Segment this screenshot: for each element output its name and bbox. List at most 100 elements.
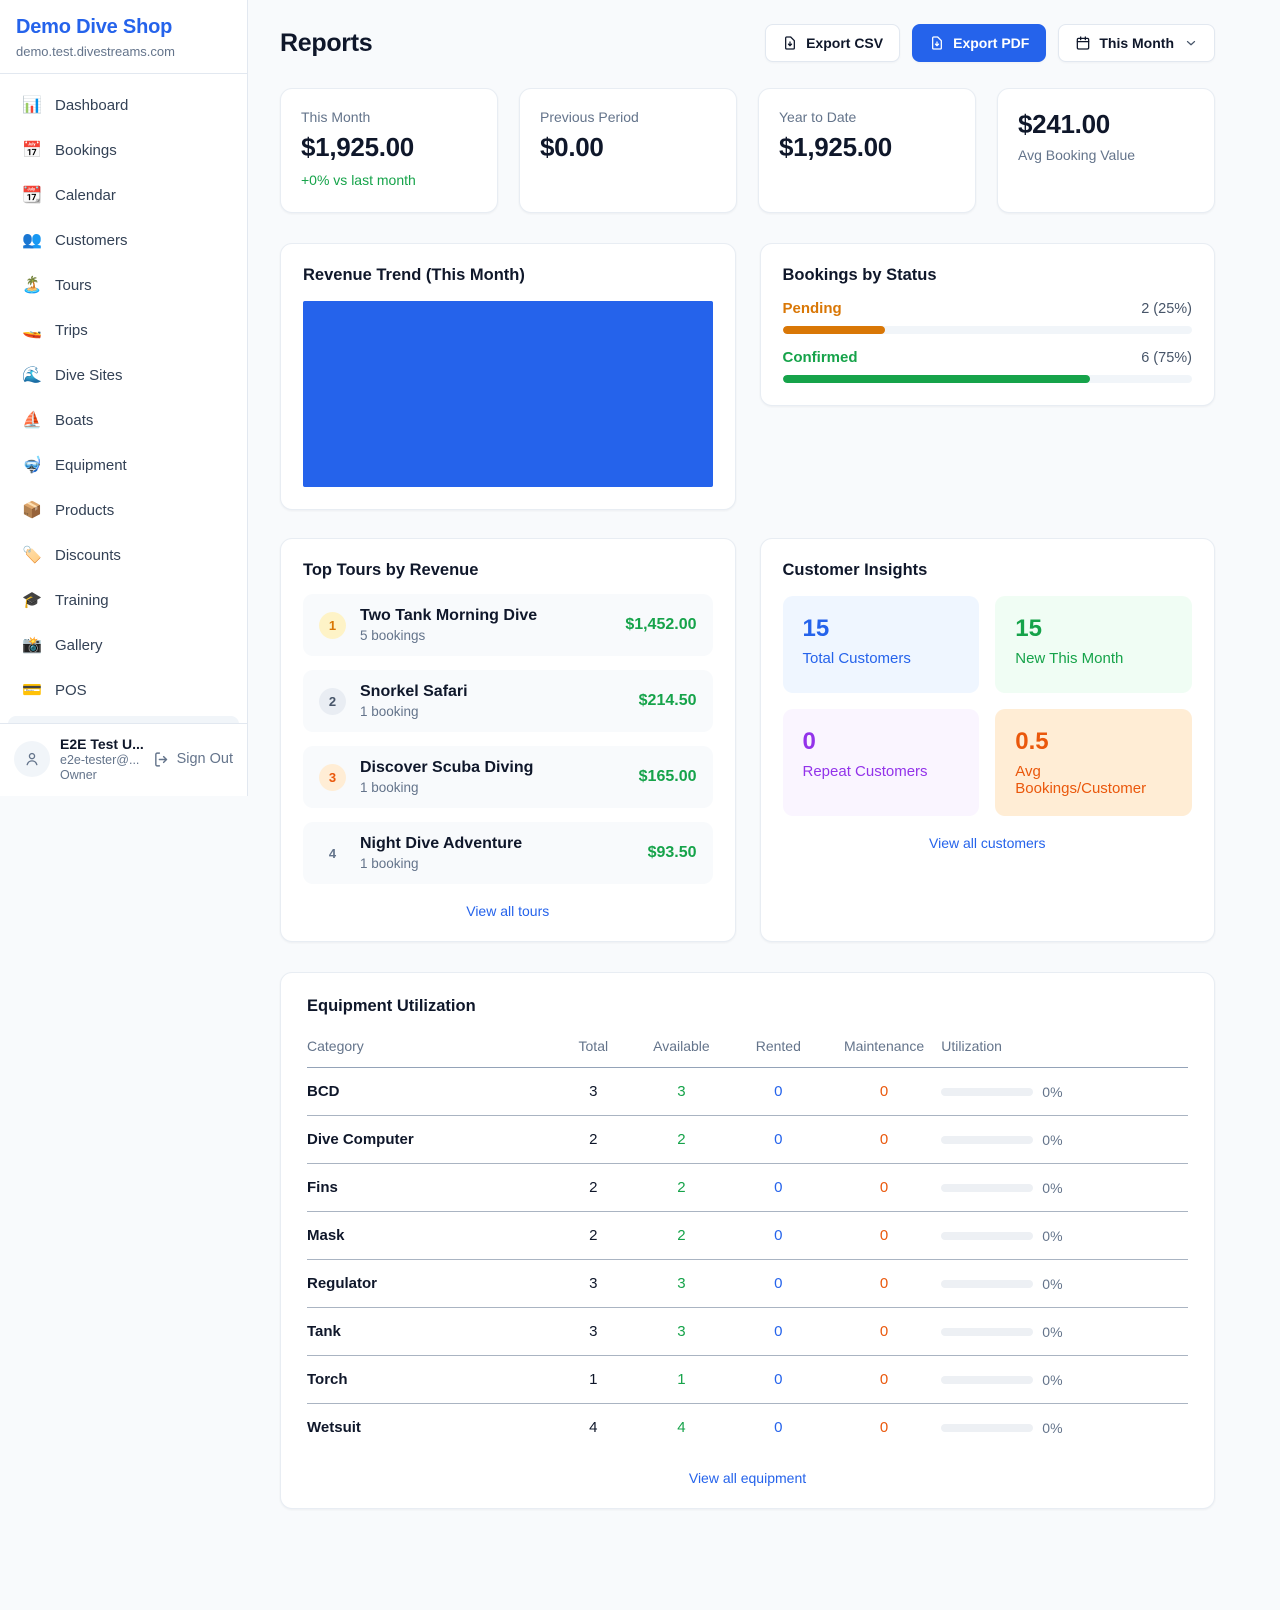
- bookings-by-status-title: Bookings by Status: [783, 266, 1193, 285]
- sidebar-item-trips[interactable]: 🚤 Trips: [8, 311, 239, 349]
- sidebar-item-label: Dive Sites: [55, 367, 123, 384]
- sidebar-item-customers[interactable]: 👥Customers: [8, 221, 239, 259]
- col-maintenance: Maintenance: [827, 1030, 942, 1068]
- cell-total: 3: [554, 1068, 633, 1116]
- user-name: E2E Test U...: [60, 736, 143, 752]
- tour-name: Night Dive Adventure: [360, 835, 522, 852]
- status-row-pending: Pending 2 (25%): [783, 300, 1193, 334]
- period-label: This Month: [1099, 35, 1174, 51]
- sidebar-item-label: Boats: [55, 412, 93, 429]
- stat-delta: +0% vs last month: [301, 172, 477, 188]
- utilization-bar-track: [941, 1280, 1033, 1288]
- cell-category: Mask: [307, 1212, 554, 1260]
- utilization-percent: 0%: [1042, 1180, 1062, 1196]
- trips-icon: 🚤: [22, 320, 42, 340]
- view-all-equipment-link[interactable]: View all equipment: [307, 1470, 1188, 1486]
- utilization-percent: 0%: [1042, 1324, 1062, 1340]
- sidebar-item-pos[interactable]: 💳POS: [8, 671, 239, 709]
- table-row: BCD 3 3 0 0 0%: [307, 1068, 1188, 1116]
- view-all-customers-link[interactable]: View all customers: [783, 835, 1193, 851]
- col-total: Total: [554, 1030, 633, 1068]
- sidebar-item-label: Trips: [55, 322, 88, 339]
- cell-total: 2: [554, 1164, 633, 1212]
- insight-label: Repeat Customers: [803, 763, 960, 780]
- logout-icon: [153, 751, 170, 768]
- training-icon: 🎓: [22, 590, 42, 610]
- utilization-bar-track: [941, 1328, 1033, 1336]
- person-icon: [23, 750, 41, 768]
- rank-badge: 2: [319, 688, 346, 715]
- status-row-confirmed: Confirmed 6 (75%): [783, 349, 1193, 383]
- tour-row[interactable]: 3 Discover Scuba Diving1 booking $165.00: [303, 746, 713, 808]
- sidebar-item-products[interactable]: 📦Products: [8, 491, 239, 529]
- export-csv-button[interactable]: Export CSV: [765, 24, 900, 62]
- sidebar-item-equipment[interactable]: 🤿Equipment: [8, 446, 239, 484]
- table-row: Fins 2 2 0 0 0%: [307, 1164, 1188, 1212]
- cell-total: 1: [554, 1356, 633, 1404]
- status-bar-track: [783, 326, 1193, 334]
- rank-badge: 1: [319, 612, 346, 639]
- tour-revenue: $1,452.00: [625, 616, 696, 634]
- gallery-icon: 📸: [22, 635, 42, 655]
- insight-label: Avg Bookings/Customer: [1015, 763, 1172, 797]
- page-title: Reports: [280, 29, 372, 58]
- export-csv-label: Export CSV: [806, 35, 883, 51]
- stat-value: $1,925.00: [779, 132, 955, 163]
- sidebar-item-calendar[interactable]: 📆Calendar: [8, 176, 239, 214]
- status-label: Confirmed: [783, 349, 858, 366]
- sidebar-item-label: Dashboard: [55, 97, 128, 114]
- insight-tile-repeat-customers: 0 Repeat Customers: [783, 709, 980, 816]
- dive-sites-icon: 🌊: [22, 365, 42, 385]
- table-row: Tank 3 3 0 0 0%: [307, 1308, 1188, 1356]
- col-utilization: Utilization: [941, 1030, 1188, 1068]
- file-download-icon: [929, 35, 945, 51]
- view-all-tours-link[interactable]: View all tours: [303, 903, 713, 919]
- export-pdf-button[interactable]: Export PDF: [912, 24, 1046, 62]
- equipment-table: Category Total Available Rented Maintena…: [307, 1030, 1188, 1451]
- sidebar-item-label: Calendar: [55, 187, 116, 204]
- cell-total: 3: [554, 1260, 633, 1308]
- tour-row[interactable]: 2 Snorkel Safari1 booking $214.50: [303, 670, 713, 732]
- cell-category: Wetsuit: [307, 1404, 554, 1452]
- utilization-bar-track: [941, 1184, 1033, 1192]
- customer-insights-title: Customer Insights: [783, 561, 1193, 580]
- shop-header: Demo Dive Shop demo.test.divestreams.com: [0, 0, 247, 74]
- utilization-percent: 0%: [1042, 1276, 1062, 1292]
- cell-rented: 0: [730, 1356, 827, 1404]
- sidebar-item-dashboard[interactable]: 📊 Dashboard: [8, 86, 239, 124]
- user-email: e2e-tester@...: [60, 753, 143, 767]
- revenue-trend-bar: [303, 301, 713, 487]
- utilization-bar-track: [941, 1088, 1033, 1096]
- tour-row[interactable]: 1 Two Tank Morning Dive5 bookings $1,452…: [303, 594, 713, 656]
- tour-row[interactable]: 4 Night Dive Adventure1 booking $93.50: [303, 822, 713, 884]
- sidebar-item-gallery[interactable]: 📸Gallery: [8, 626, 239, 664]
- rank-badge: 3: [319, 764, 346, 791]
- stat-label: Year to Date: [779, 109, 955, 125]
- cell-category: Torch: [307, 1356, 554, 1404]
- utilization-percent: 0%: [1042, 1372, 1062, 1388]
- sidebar-item-tours[interactable]: 🏝️Tours: [8, 266, 239, 304]
- shop-name: Demo Dive Shop: [16, 16, 231, 39]
- sidebar-item-boats[interactable]: ⛵Boats: [8, 401, 239, 439]
- cell-rented: 0: [730, 1116, 827, 1164]
- file-download-icon: [782, 35, 798, 51]
- sidebar: Demo Dive Shop demo.test.divestreams.com…: [0, 0, 248, 796]
- cell-category: Fins: [307, 1164, 554, 1212]
- sidebar-item-bookings[interactable]: 📅Bookings: [8, 131, 239, 169]
- sign-out-button[interactable]: Sign Out: [153, 751, 233, 768]
- insight-value: 15: [803, 615, 960, 643]
- cell-available: 4: [633, 1404, 730, 1452]
- cell-category: Regulator: [307, 1260, 554, 1308]
- period-select[interactable]: This Month: [1058, 24, 1215, 62]
- sidebar-item-dive-sites[interactable]: 🌊 Dive Sites: [8, 356, 239, 394]
- cell-rented: 0: [730, 1260, 827, 1308]
- tour-revenue: $165.00: [639, 768, 697, 786]
- cell-maintenance: 0: [827, 1404, 942, 1452]
- cell-maintenance: 0: [827, 1308, 942, 1356]
- dashboard-icon: 📊: [22, 95, 42, 115]
- sidebar-item-training[interactable]: 🎓Training: [8, 581, 239, 619]
- sidebar-item-discounts[interactable]: 🏷️Discounts: [8, 536, 239, 574]
- cell-maintenance: 0: [827, 1356, 942, 1404]
- table-row: Wetsuit 4 4 0 0 0%: [307, 1404, 1188, 1452]
- cell-maintenance: 0: [827, 1116, 942, 1164]
